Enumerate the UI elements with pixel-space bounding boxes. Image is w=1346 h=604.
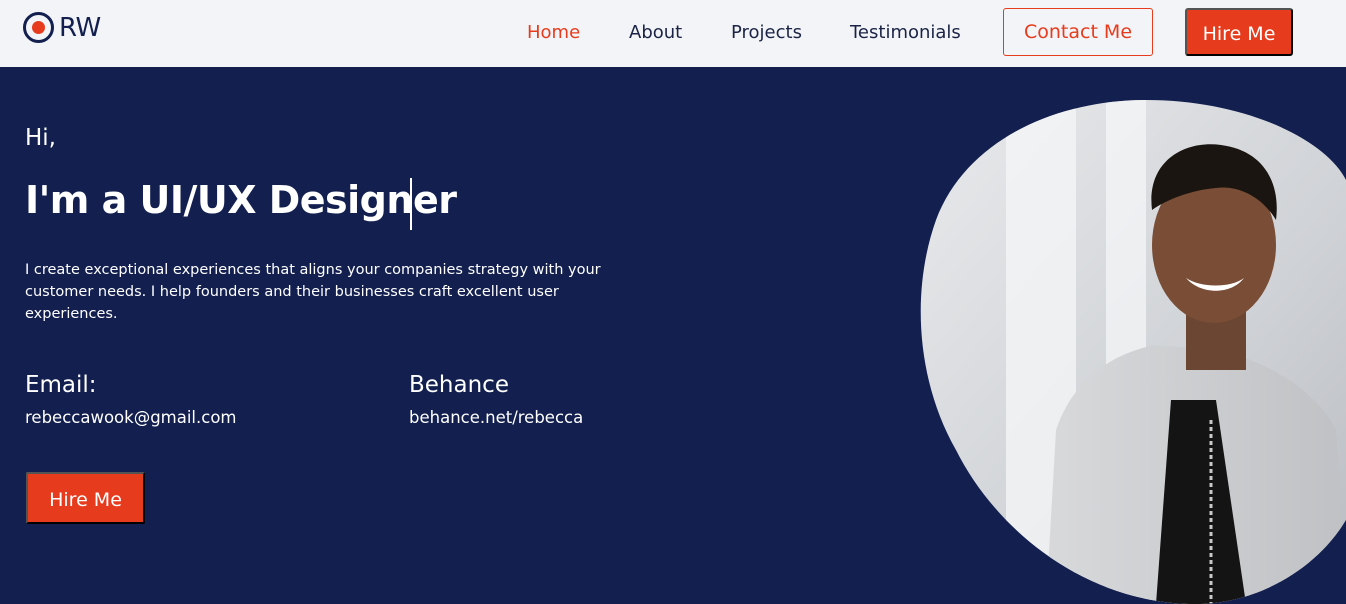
brand-name: RW <box>59 12 101 43</box>
behance-label: Behance <box>409 372 509 398</box>
hero-title: I'm a UI/UX Designer <box>25 178 457 222</box>
email-label: Email: <box>25 372 97 398</box>
nav-home-link[interactable]: Home <box>527 22 580 43</box>
nav-about-link[interactable]: About <box>629 22 682 43</box>
top-navbar: RW Home About Projects Testimonials Cont… <box>0 0 1346 67</box>
typing-caret <box>410 178 412 230</box>
nav-projects-link[interactable]: Projects <box>731 22 802 43</box>
hire-me-hero-button[interactable]: Hire Me <box>26 472 145 524</box>
hire-me-nav-button[interactable]: Hire Me <box>1185 8 1293 56</box>
email-link[interactable]: rebeccawook@gmail.com <box>25 408 237 427</box>
profile-photo <box>920 100 1346 604</box>
brand-logo[interactable]: RW <box>23 12 101 43</box>
hero-description: I create exceptional experiences that al… <box>25 262 601 322</box>
hero-greeting: Hi, <box>25 125 56 151</box>
nav-testimonials-link[interactable]: Testimonials <box>850 22 961 43</box>
contact-me-button[interactable]: Contact Me <box>1003 8 1153 56</box>
target-ring-icon <box>23 12 54 43</box>
behance-link[interactable]: behance.net/rebecca <box>409 408 583 427</box>
